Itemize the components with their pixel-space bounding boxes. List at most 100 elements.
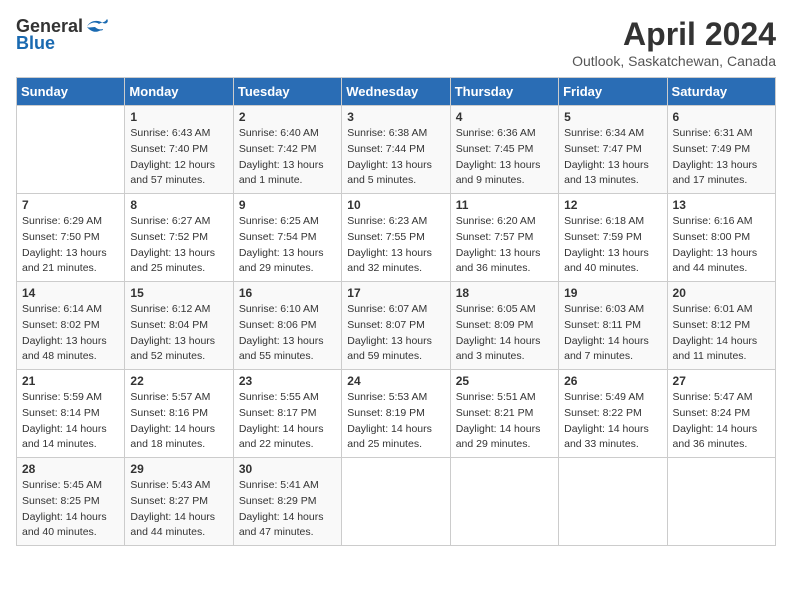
calendar-cell: 19 Sunrise: 6:03 AMSunset: 8:11 PMDaylig…: [559, 282, 667, 370]
calendar-cell: 11 Sunrise: 6:20 AMSunset: 7:57 PMDaylig…: [450, 194, 558, 282]
calendar-table: SundayMondayTuesdayWednesdayThursdayFrid…: [16, 77, 776, 546]
cell-date: 17: [347, 286, 444, 300]
calendar-cell: 27 Sunrise: 5:47 AMSunset: 8:24 PMDaylig…: [667, 370, 775, 458]
cell-info: Sunrise: 5:47 AMSunset: 8:24 PMDaylight:…: [673, 390, 770, 453]
calendar-header-row: SundayMondayTuesdayWednesdayThursdayFrid…: [17, 78, 776, 106]
calendar-cell: [667, 458, 775, 546]
cell-info: Sunrise: 6:34 AMSunset: 7:47 PMDaylight:…: [564, 126, 661, 189]
cell-info: Sunrise: 5:53 AMSunset: 8:19 PMDaylight:…: [347, 390, 444, 453]
calendar-cell: 21 Sunrise: 5:59 AMSunset: 8:14 PMDaylig…: [17, 370, 125, 458]
cell-info: Sunrise: 5:45 AMSunset: 8:25 PMDaylight:…: [22, 478, 119, 541]
cell-info: Sunrise: 5:51 AMSunset: 8:21 PMDaylight:…: [456, 390, 553, 453]
cell-date: 23: [239, 374, 336, 388]
cell-info: Sunrise: 6:31 AMSunset: 7:49 PMDaylight:…: [673, 126, 770, 189]
cell-info: Sunrise: 6:25 AMSunset: 7:54 PMDaylight:…: [239, 214, 336, 277]
calendar-week-row: 7 Sunrise: 6:29 AMSunset: 7:50 PMDayligh…: [17, 194, 776, 282]
cell-info: Sunrise: 6:03 AMSunset: 8:11 PMDaylight:…: [564, 302, 661, 365]
calendar-cell: 2 Sunrise: 6:40 AMSunset: 7:42 PMDayligh…: [233, 106, 341, 194]
calendar-week-row: 21 Sunrise: 5:59 AMSunset: 8:14 PMDaylig…: [17, 370, 776, 458]
cell-info: Sunrise: 6:14 AMSunset: 8:02 PMDaylight:…: [22, 302, 119, 365]
calendar-cell: 24 Sunrise: 5:53 AMSunset: 8:19 PMDaylig…: [342, 370, 450, 458]
cell-info: Sunrise: 6:36 AMSunset: 7:45 PMDaylight:…: [456, 126, 553, 189]
title-section: April 2024 Outlook, Saskatchewan, Canada: [572, 16, 776, 69]
calendar-cell: 23 Sunrise: 5:55 AMSunset: 8:17 PMDaylig…: [233, 370, 341, 458]
cell-info: Sunrise: 5:49 AMSunset: 8:22 PMDaylight:…: [564, 390, 661, 453]
cell-date: 7: [22, 198, 119, 212]
calendar-day-header: Saturday: [667, 78, 775, 106]
cell-info: Sunrise: 6:40 AMSunset: 7:42 PMDaylight:…: [239, 126, 336, 189]
cell-info: Sunrise: 6:43 AMSunset: 7:40 PMDaylight:…: [130, 126, 227, 189]
calendar-cell: 7 Sunrise: 6:29 AMSunset: 7:50 PMDayligh…: [17, 194, 125, 282]
cell-date: 6: [673, 110, 770, 124]
cell-date: 21: [22, 374, 119, 388]
cell-date: 14: [22, 286, 119, 300]
calendar-cell: 10 Sunrise: 6:23 AMSunset: 7:55 PMDaylig…: [342, 194, 450, 282]
cell-info: Sunrise: 5:57 AMSunset: 8:16 PMDaylight:…: [130, 390, 227, 453]
cell-date: 11: [456, 198, 553, 212]
cell-date: 10: [347, 198, 444, 212]
page-header: General Blue April 2024 Outlook, Saskatc…: [16, 16, 776, 69]
calendar-cell: 30 Sunrise: 5:41 AMSunset: 8:29 PMDaylig…: [233, 458, 341, 546]
cell-info: Sunrise: 6:23 AMSunset: 7:55 PMDaylight:…: [347, 214, 444, 277]
calendar-cell: 18 Sunrise: 6:05 AMSunset: 8:09 PMDaylig…: [450, 282, 558, 370]
cell-date: 19: [564, 286, 661, 300]
calendar-cell: 9 Sunrise: 6:25 AMSunset: 7:54 PMDayligh…: [233, 194, 341, 282]
month-title: April 2024: [572, 16, 776, 53]
cell-info: Sunrise: 6:10 AMSunset: 8:06 PMDaylight:…: [239, 302, 336, 365]
logo: General Blue: [16, 16, 109, 54]
cell-date: 16: [239, 286, 336, 300]
calendar-day-header: Sunday: [17, 78, 125, 106]
calendar-day-header: Thursday: [450, 78, 558, 106]
logo-bird-icon: [85, 17, 109, 37]
cell-date: 29: [130, 462, 227, 476]
calendar-week-row: 1 Sunrise: 6:43 AMSunset: 7:40 PMDayligh…: [17, 106, 776, 194]
calendar-cell: 14 Sunrise: 6:14 AMSunset: 8:02 PMDaylig…: [17, 282, 125, 370]
cell-info: Sunrise: 5:41 AMSunset: 8:29 PMDaylight:…: [239, 478, 336, 541]
calendar-cell: [17, 106, 125, 194]
calendar-day-header: Friday: [559, 78, 667, 106]
calendar-cell: [559, 458, 667, 546]
calendar-cell: [342, 458, 450, 546]
cell-info: Sunrise: 5:59 AMSunset: 8:14 PMDaylight:…: [22, 390, 119, 453]
calendar-cell: [450, 458, 558, 546]
cell-info: Sunrise: 6:38 AMSunset: 7:44 PMDaylight:…: [347, 126, 444, 189]
cell-date: 1: [130, 110, 227, 124]
cell-date: 13: [673, 198, 770, 212]
cell-info: Sunrise: 6:01 AMSunset: 8:12 PMDaylight:…: [673, 302, 770, 365]
cell-date: 12: [564, 198, 661, 212]
cell-date: 20: [673, 286, 770, 300]
calendar-week-row: 14 Sunrise: 6:14 AMSunset: 8:02 PMDaylig…: [17, 282, 776, 370]
calendar-day-header: Monday: [125, 78, 233, 106]
cell-date: 18: [456, 286, 553, 300]
calendar-cell: 3 Sunrise: 6:38 AMSunset: 7:44 PMDayligh…: [342, 106, 450, 194]
calendar-cell: 5 Sunrise: 6:34 AMSunset: 7:47 PMDayligh…: [559, 106, 667, 194]
calendar-day-header: Tuesday: [233, 78, 341, 106]
cell-info: Sunrise: 6:07 AMSunset: 8:07 PMDaylight:…: [347, 302, 444, 365]
calendar-cell: 16 Sunrise: 6:10 AMSunset: 8:06 PMDaylig…: [233, 282, 341, 370]
cell-info: Sunrise: 5:43 AMSunset: 8:27 PMDaylight:…: [130, 478, 227, 541]
calendar-week-row: 28 Sunrise: 5:45 AMSunset: 8:25 PMDaylig…: [17, 458, 776, 546]
cell-date: 9: [239, 198, 336, 212]
calendar-cell: 4 Sunrise: 6:36 AMSunset: 7:45 PMDayligh…: [450, 106, 558, 194]
cell-date: 25: [456, 374, 553, 388]
cell-info: Sunrise: 6:16 AMSunset: 8:00 PMDaylight:…: [673, 214, 770, 277]
calendar-cell: 8 Sunrise: 6:27 AMSunset: 7:52 PMDayligh…: [125, 194, 233, 282]
cell-date: 3: [347, 110, 444, 124]
logo-blue-text: Blue: [16, 33, 55, 54]
cell-date: 28: [22, 462, 119, 476]
calendar-cell: 28 Sunrise: 5:45 AMSunset: 8:25 PMDaylig…: [17, 458, 125, 546]
cell-date: 2: [239, 110, 336, 124]
cell-date: 24: [347, 374, 444, 388]
cell-info: Sunrise: 6:29 AMSunset: 7:50 PMDaylight:…: [22, 214, 119, 277]
cell-date: 26: [564, 374, 661, 388]
calendar-cell: 13 Sunrise: 6:16 AMSunset: 8:00 PMDaylig…: [667, 194, 775, 282]
cell-info: Sunrise: 6:18 AMSunset: 7:59 PMDaylight:…: [564, 214, 661, 277]
calendar-cell: 1 Sunrise: 6:43 AMSunset: 7:40 PMDayligh…: [125, 106, 233, 194]
cell-info: Sunrise: 6:05 AMSunset: 8:09 PMDaylight:…: [456, 302, 553, 365]
calendar-cell: 15 Sunrise: 6:12 AMSunset: 8:04 PMDaylig…: [125, 282, 233, 370]
cell-date: 8: [130, 198, 227, 212]
calendar-cell: 25 Sunrise: 5:51 AMSunset: 8:21 PMDaylig…: [450, 370, 558, 458]
calendar-cell: 17 Sunrise: 6:07 AMSunset: 8:07 PMDaylig…: [342, 282, 450, 370]
cell-info: Sunrise: 6:27 AMSunset: 7:52 PMDaylight:…: [130, 214, 227, 277]
calendar-day-header: Wednesday: [342, 78, 450, 106]
